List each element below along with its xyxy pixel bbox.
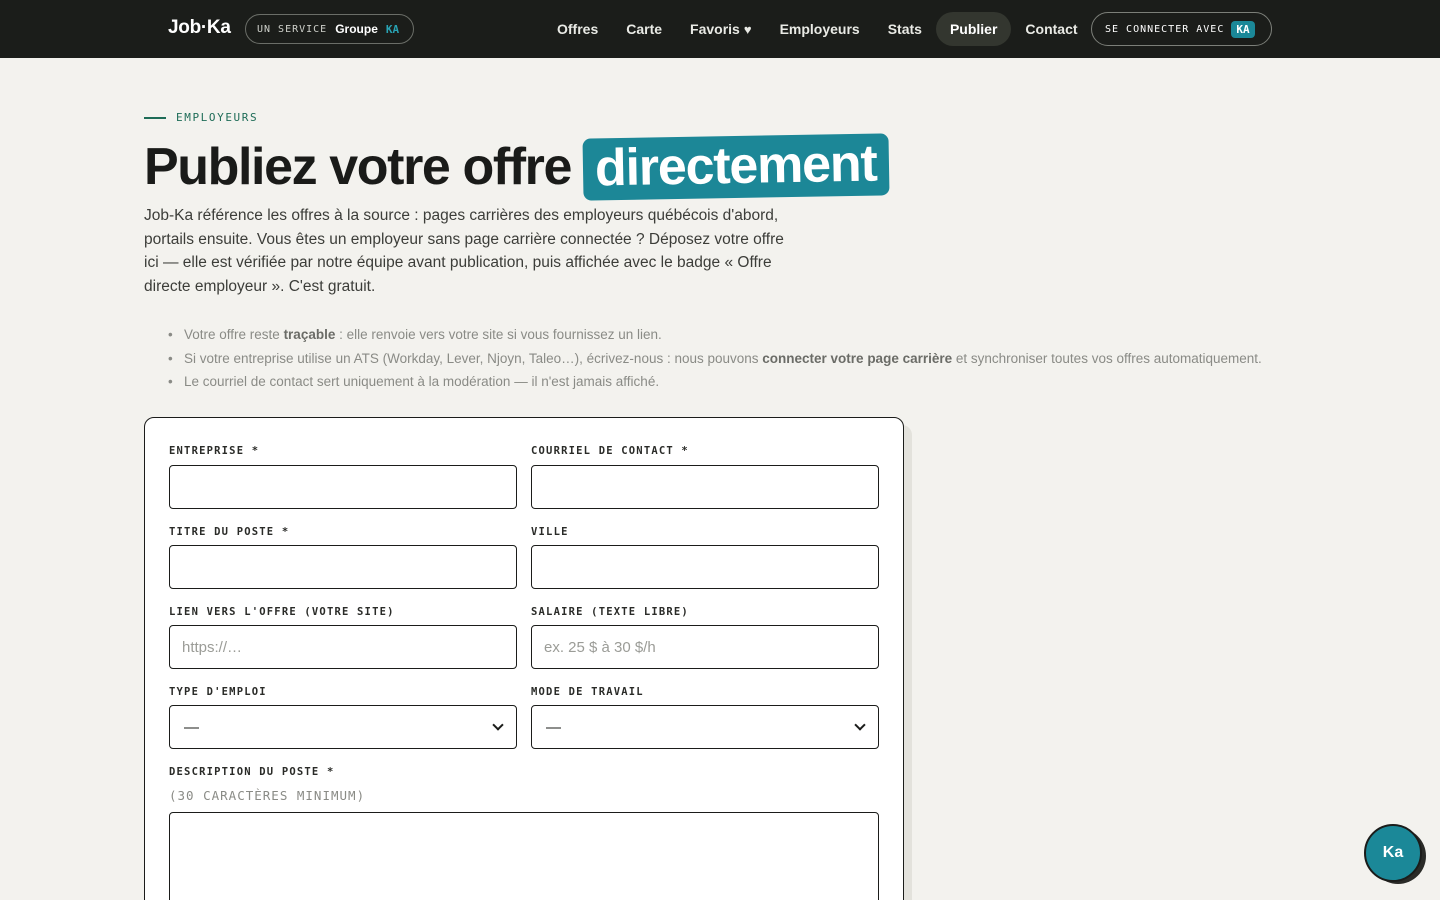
list-item: Si votre entreprise utilise un ATS (Work…: [168, 347, 1262, 371]
nav-offres-label: Offres: [557, 21, 599, 37]
eyebrow-text: EMPLOYEURS: [176, 111, 259, 124]
work-mode-label: MODE DE TRAVAIL: [531, 686, 644, 698]
nav-carte[interactable]: Carte: [612, 12, 676, 46]
service-prefix: UN SERVICE: [257, 23, 328, 35]
nav-employeurs-label: Employeurs: [779, 21, 860, 37]
eyebrow: EMPLOYEURS: [144, 111, 258, 124]
company-label: ENTREPRISE *: [169, 445, 260, 457]
login-button[interactable]: SE CONNECTER AVEC KA: [1091, 12, 1272, 46]
nav-offres[interactable]: Offres: [543, 12, 612, 46]
nav-employeurs[interactable]: Employeurs: [766, 12, 874, 46]
email-field[interactable]: [531, 465, 879, 509]
title-highlight: directement: [582, 133, 890, 201]
top-nav: Job·Ka UN SERVICE Groupe KA Offres Carte…: [0, 0, 1440, 58]
job-post-form: ENTREPRISE * COURRIEL DE CONTACT * TITRE…: [144, 417, 904, 900]
main-menu: Offres Carte Favoris ♥ Employeurs Stats P…: [543, 12, 1092, 46]
nav-contact[interactable]: Contact: [1011, 12, 1091, 46]
link-label: LIEN VERS L'OFFRE (VOTRE SITE): [169, 606, 395, 618]
nav-publier[interactable]: Publier: [935, 12, 1012, 46]
logo[interactable]: Job·Ka: [168, 17, 231, 39]
nav-carte-label: Carte: [626, 21, 663, 37]
job-title-label: TITRE DU POSTE *: [169, 526, 290, 538]
work-mode-value: —: [546, 718, 561, 736]
salary-input[interactable]: [531, 625, 879, 669]
nav-favoris[interactable]: Favoris ♥: [676, 12, 766, 46]
login-label: SE CONNECTER AVEC: [1105, 23, 1225, 35]
title-plain: Publiez votre offre: [144, 138, 572, 196]
list-item: Votre offre reste traçable : elle renvoi…: [168, 323, 1262, 347]
chevron-down-icon: [492, 719, 504, 731]
description-hint: (30 CARACTÈRES MINIMUM): [169, 788, 366, 803]
info-list: Votre offre reste traçable : elle renvoi…: [168, 323, 1262, 394]
employment-type-label: TYPE D'EMPLOI: [169, 686, 267, 698]
heart-icon: ♥: [743, 21, 752, 37]
work-mode-select[interactable]: —: [531, 705, 879, 749]
company-input[interactable]: [169, 465, 517, 509]
login-ka-badge: KA: [1231, 20, 1255, 38]
job-title-input[interactable]: [169, 545, 517, 589]
employment-type-select[interactable]: —: [169, 705, 517, 749]
service-pill[interactable]: UN SERVICE Groupe KA: [245, 14, 415, 44]
link-input[interactable]: [169, 625, 517, 669]
nav-stats-label: Stats: [887, 21, 922, 37]
nav-stats[interactable]: Stats: [874, 12, 936, 46]
page-title: Publiez votre offre directement: [144, 133, 890, 201]
chevron-down-icon: [854, 719, 866, 731]
salary-label: SALAIRE (TEXTE LIBRE): [531, 606, 689, 618]
service-ka: KA: [385, 22, 400, 36]
ka-chat-button[interactable]: Ka: [1364, 824, 1422, 882]
list-item: Le courriel de contact sert uniquement à…: [168, 370, 1262, 394]
city-input[interactable]: [531, 545, 879, 589]
description-label: DESCRIPTION DU POSTE *: [169, 766, 335, 778]
nav-publier-label: Publier: [949, 21, 998, 37]
service-group: Groupe: [335, 22, 378, 36]
eyebrow-line: [144, 116, 166, 119]
description-textarea[interactable]: [169, 812, 879, 900]
intro-text: Job-Ka référence les offres à la source …: [144, 207, 784, 295]
city-label: VILLE: [531, 526, 569, 538]
nav-favoris-label: Favoris: [690, 21, 740, 37]
email-label: COURRIEL DE CONTACT *: [531, 445, 689, 457]
employment-type-value: —: [184, 718, 199, 736]
nav-contact-label: Contact: [1025, 21, 1078, 37]
